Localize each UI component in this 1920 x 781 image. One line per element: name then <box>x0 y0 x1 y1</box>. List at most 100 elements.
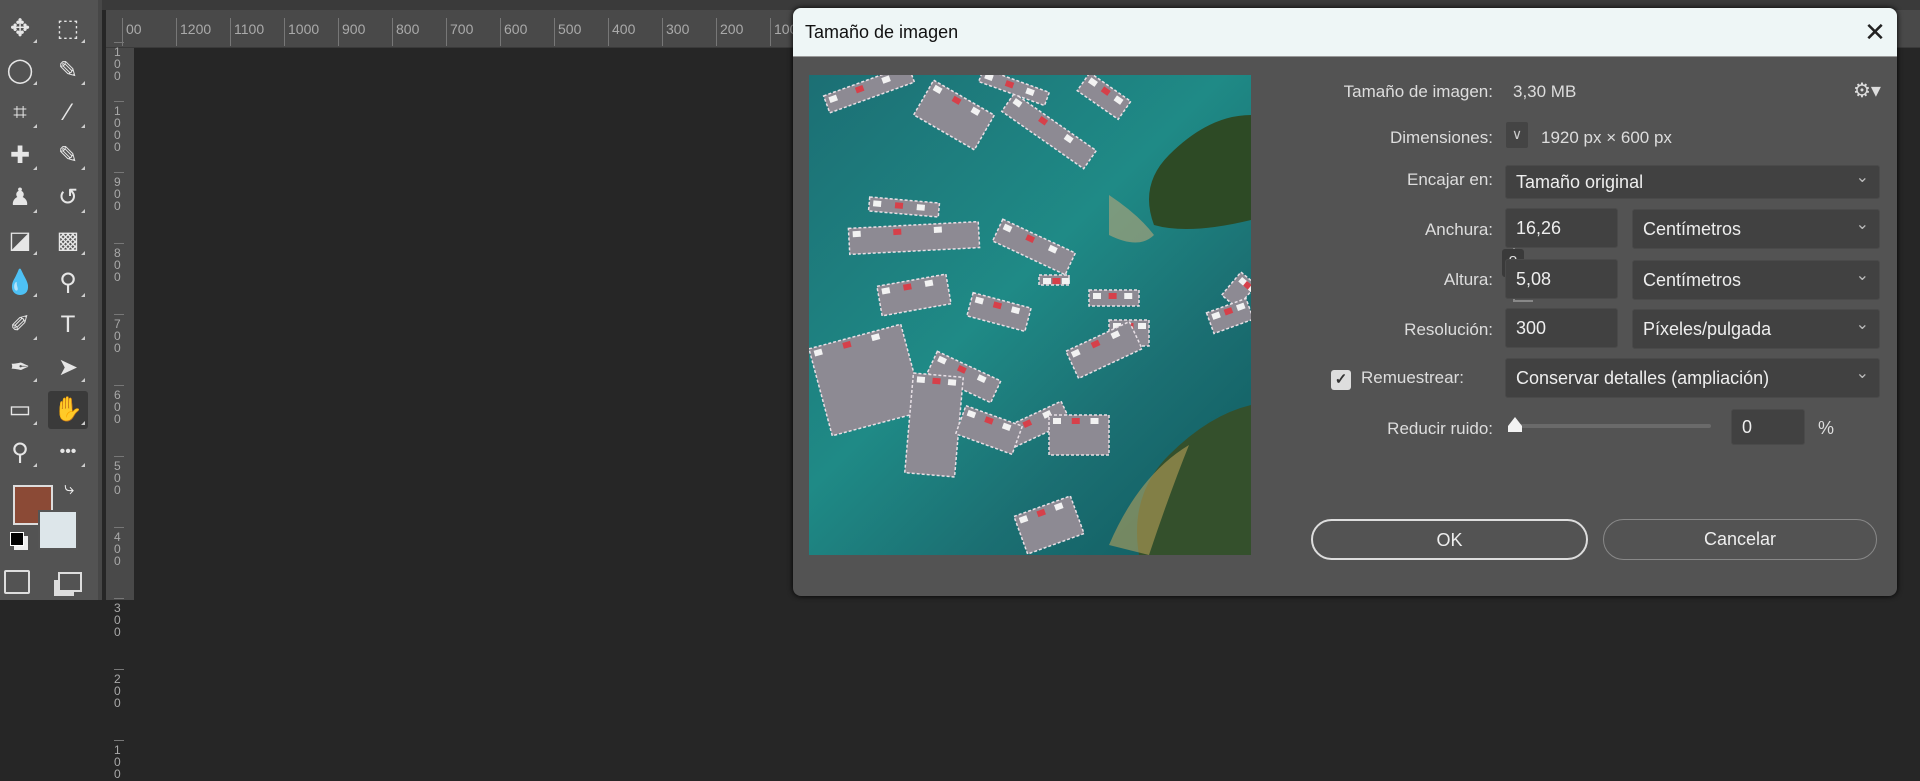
resolution-unit-dropdown[interactable]: Píxeles/pulgada <box>1632 306 1880 349</box>
ruler-tick-label: 400 <box>608 18 635 46</box>
height-unit-value: Centímetros <box>1643 270 1742 290</box>
path-selection-icon[interactable]: ➤ <box>48 348 88 386</box>
swap-colors-icon[interactable]: ⤷ <box>64 478 74 499</box>
fit-to-label: Encajar en: <box>1407 170 1493 189</box>
raft-mark <box>1076 75 1132 121</box>
dialog-title-bar[interactable]: Tamaño de imagen ✕ <box>793 8 1897 57</box>
ruler-tick-label: 700 <box>446 18 473 46</box>
dimensions-value: 1920 px × 600 px <box>1541 128 1672 147</box>
quick-selection-icon[interactable]: ✎ <box>48 51 88 89</box>
type-icon[interactable]: T <box>48 306 88 344</box>
resolution-input[interactable]: 300 <box>1505 308 1618 348</box>
pen-icon[interactable]: ✒ <box>0 348 40 386</box>
cancel-button[interactable]: Cancelar <box>1603 519 1877 560</box>
ruler-tick-label: 800 <box>392 18 419 46</box>
raft-mark <box>847 220 981 256</box>
resample-value: Conservar detalles (ampliación) <box>1516 368 1770 388</box>
clone-stamp-icon[interactable]: ♟ <box>0 179 40 217</box>
resolution-label: Resolución: <box>1404 320 1493 339</box>
image-size-label: Tamaño de imagen: <box>1343 82 1493 101</box>
rectangle-icon[interactable]: ▭ <box>0 391 40 429</box>
raft-mark <box>1088 289 1140 307</box>
crop-icon[interactable]: ⌗ <box>0 94 40 132</box>
ruler-tick-label: 1100 <box>230 18 264 46</box>
raft-mark <box>822 75 916 114</box>
ruler-tick-label: 300 <box>114 598 124 638</box>
width-unit-value: Centímetros <box>1643 219 1742 239</box>
dimensions-toggle[interactable]: ∨ <box>1506 122 1528 148</box>
ruler-tick-label: 1000 <box>114 101 124 153</box>
dimensions-label: Dimensiones: <box>1390 128 1493 147</box>
ruler-tick-label: 200 <box>114 669 124 709</box>
ruler-tick-label: 100 <box>114 42 124 82</box>
ruler-tick-label: 1200 <box>176 18 211 46</box>
eyedropper-icon[interactable]: ⁄ <box>48 94 88 132</box>
dodge-icon[interactable]: ⚲ <box>48 263 88 301</box>
raft-mark <box>1000 92 1098 170</box>
settings-gear-icon[interactable]: ⚙▾ <box>1853 78 1881 103</box>
reduce-noise-slider-track[interactable] <box>1515 424 1711 428</box>
raft-mark <box>965 291 1033 333</box>
default-colors-icon[interactable] <box>10 532 24 546</box>
brush-icon[interactable]: ✎ <box>48 136 88 174</box>
ruler-tick-label: 00 <box>122 18 142 46</box>
color-replacement-icon[interactable]: ✐ <box>0 306 40 344</box>
marquee-icon[interactable]: ⬚ <box>48 9 88 47</box>
fit-to-value: Tamaño original <box>1516 172 1644 192</box>
image-preview[interactable] <box>809 75 1251 555</box>
close-icon[interactable]: ✕ <box>1857 14 1893 50</box>
resolution-unit-value: Píxeles/pulgada <box>1643 319 1772 339</box>
raft-mark <box>809 323 925 437</box>
gradient-icon[interactable]: ▩ <box>48 221 88 259</box>
screen-mode-icon[interactable] <box>58 572 82 592</box>
preview-photo <box>809 75 1251 555</box>
ok-button[interactable]: OK <box>1311 519 1588 560</box>
width-unit-dropdown[interactable]: Centímetros <box>1632 206 1880 249</box>
height-label: Altura: <box>1443 270 1493 289</box>
ruler-tick-label: 1000 <box>284 18 319 46</box>
move-icon[interactable]: ✥ <box>0 9 40 47</box>
raft-mark <box>903 372 965 478</box>
ruler-tick-label: 200 <box>716 18 743 46</box>
ruler-tick-label: 600 <box>114 385 124 425</box>
raft-mark <box>912 79 996 151</box>
raft-mark <box>867 196 941 218</box>
healing-brush-icon[interactable]: ✚ <box>0 136 40 174</box>
width-input[interactable]: 16,26 <box>1505 208 1618 248</box>
blur-icon[interactable]: 💧 <box>0 263 40 301</box>
resample-dropdown[interactable]: Conservar detalles (ampliación) <box>1505 355 1880 398</box>
lasso-icon[interactable]: ◯ <box>0 51 40 89</box>
raft-mark <box>876 273 952 317</box>
raft-mark <box>1038 274 1070 286</box>
ruler-tick-label: 500 <box>114 456 124 496</box>
more-tools-icon[interactable]: ••• <box>48 433 88 471</box>
fit-to-dropdown[interactable]: Tamaño original <box>1505 162 1880 199</box>
zoom-icon[interactable]: ⚲ <box>0 433 40 471</box>
eraser-icon[interactable]: ◪ <box>0 221 40 259</box>
height-input[interactable]: 5,08 <box>1505 259 1618 299</box>
ruler-tick-label: 900 <box>114 172 124 212</box>
reduce-noise-input[interactable]: 0 <box>1731 409 1805 445</box>
ruler-tick-label: 100 <box>114 740 124 780</box>
vertical-ruler[interactable]: 100 1000 900 800 700 600 500 400 300 200 100 <box>106 42 134 780</box>
raft-mark <box>991 218 1077 276</box>
raft-mark <box>1048 414 1110 456</box>
image-size-value: 3,30 MB <box>1513 82 1577 101</box>
raft-mark <box>1064 320 1144 380</box>
history-brush-icon[interactable]: ↺ <box>48 179 88 217</box>
height-unit-dropdown[interactable]: Centímetros <box>1632 257 1880 300</box>
dialog-title: Tamaño de imagen <box>805 22 959 42</box>
ruler-tick-label: 700 <box>114 314 124 354</box>
image-size-dialog: Tamaño de imagen ✕ Tamaño de imagen: 3,3… <box>793 8 1897 596</box>
raft-mark <box>1013 494 1085 555</box>
ruler-tick-label: 400 <box>114 527 124 567</box>
resample-label: Remuestrear: <box>1361 368 1464 387</box>
quick-mask-icon[interactable] <box>4 570 30 594</box>
resample-checkbox[interactable]: ✓ <box>1331 370 1351 390</box>
reduce-noise-slider-thumb[interactable] <box>1508 417 1522 432</box>
sandbar-shape <box>1109 195 1154 243</box>
ruler-tick-label: 800 <box>114 243 124 283</box>
hand-icon[interactable]: ✋ <box>48 390 88 429</box>
background-color-swatch[interactable] <box>38 510 78 550</box>
percent-unit: % <box>1818 418 1835 438</box>
